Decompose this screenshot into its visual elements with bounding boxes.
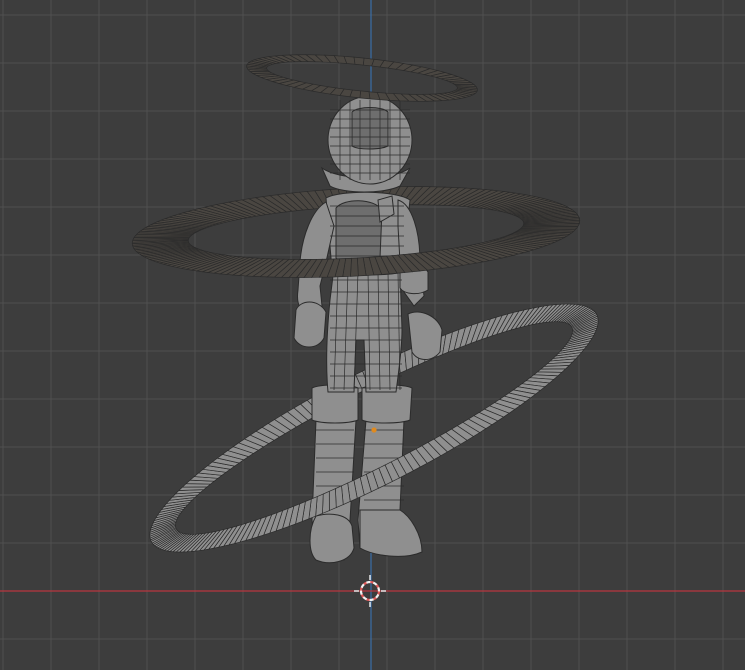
backpack (335, 200, 383, 265)
object-origin-dot (371, 427, 377, 433)
right-shoe (359, 509, 423, 557)
ring-segment (404, 347, 413, 371)
ring-segment (359, 90, 371, 100)
ring-segment (335, 485, 344, 509)
left-arm (297, 201, 335, 315)
ring-top-halo[interactable] (246, 54, 478, 102)
ring-segment (353, 56, 365, 66)
right-hand (407, 311, 443, 360)
left-shoe (309, 513, 355, 564)
left-hand (293, 301, 327, 348)
3d-viewport[interactable] (0, 0, 745, 670)
viewport-canvas[interactable] (0, 0, 745, 670)
ring-segment (328, 488, 337, 512)
